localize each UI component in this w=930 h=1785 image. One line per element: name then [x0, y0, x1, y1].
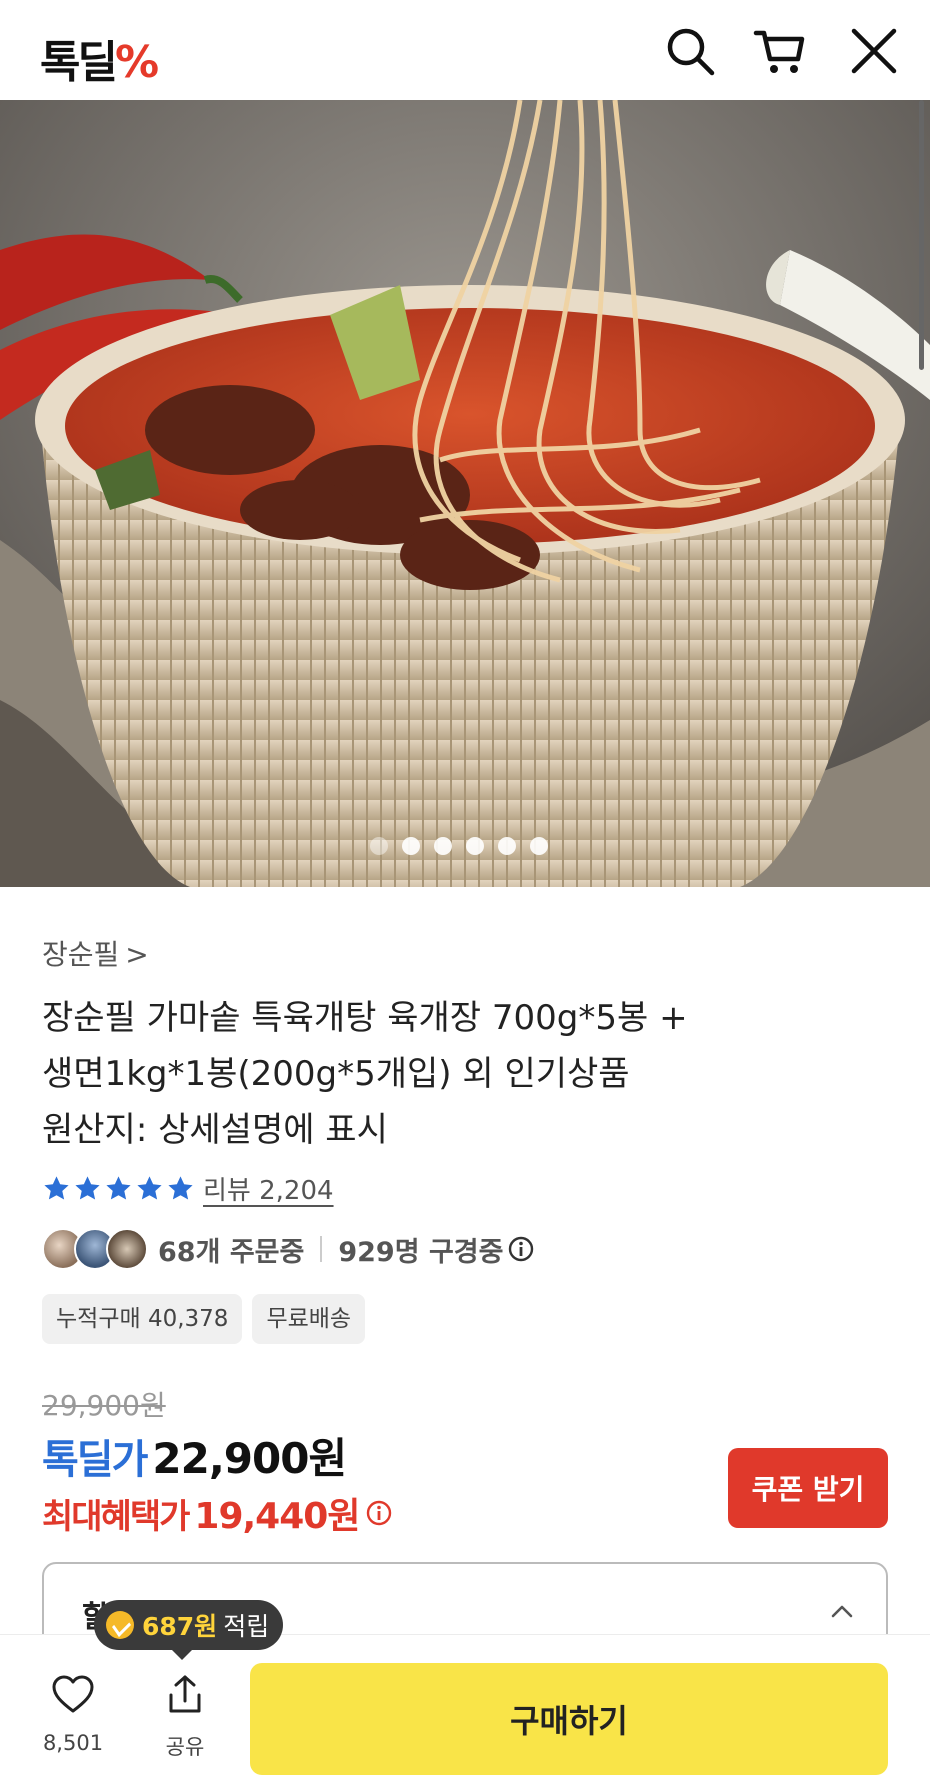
deal-price-row: 톡딜가 22,900원 — [42, 1425, 347, 1486]
heart-icon — [52, 1675, 94, 1713]
max-benefit-price: 19,440원 — [194, 1496, 360, 1537]
share-icon — [169, 1675, 201, 1713]
product-chips: 누적구매 40,378 무료배송 — [42, 1294, 366, 1344]
like-button[interactable]: 8,501 — [23, 1673, 123, 1755]
ordering-count: 68개 주문중 — [158, 1236, 305, 1268]
close-icon[interactable] — [846, 25, 902, 77]
max-benefit-label: 최대혜택가 — [42, 1496, 190, 1537]
review-link[interactable]: 리뷰 2,204 — [203, 1170, 334, 1207]
product-origin: 원산지: 상세설명에 표시 — [42, 1110, 388, 1150]
carousel-indicator — [370, 837, 548, 855]
original-price: 29,900원 — [42, 1389, 166, 1422]
product-image-carousel[interactable] — [0, 100, 930, 887]
max-benefit-row: 최대혜택가 19,440원 — [42, 1487, 393, 1539]
avatar — [106, 1228, 148, 1270]
free-shipping-chip: 무료배송 — [252, 1294, 366, 1344]
carousel-dot[interactable] — [402, 837, 420, 855]
points-label: 적립 — [223, 1612, 270, 1641]
info-icon[interactable] — [507, 1235, 535, 1263]
search-icon[interactable] — [662, 25, 718, 77]
get-coupon-button[interactable]: 쿠폰 받기 — [728, 1448, 888, 1528]
page-scrollbar[interactable] — [919, 100, 924, 370]
buy-button[interactable]: 구매하기 — [250, 1663, 888, 1775]
product-title: 장순필 가마솥 특육개탕 육개장 700g*5봉 + 생면1kg*1봉(200g… — [42, 990, 842, 1158]
share-button[interactable]: 공유 — [135, 1673, 235, 1761]
deal-price-label: 톡딜가 — [42, 1437, 148, 1483]
bottom-action-bar: 8,501 공유 구매하기 — [0, 1634, 930, 1785]
divider — [320, 1236, 323, 1262]
product-title-line: 생면1kg*1봉(200g*5개입) 외 인기상품 — [42, 1054, 630, 1094]
carousel-dot[interactable] — [498, 837, 516, 855]
rating-stars — [42, 1174, 195, 1203]
star-icon — [168, 1176, 193, 1200]
viewing-count: 929명 구경중 — [338, 1236, 504, 1268]
points-tooltip: 687원 적립 — [94, 1600, 284, 1660]
logo-mark: % — [114, 37, 159, 88]
cart-icon[interactable] — [752, 25, 808, 77]
deal-price: 22,900원 — [152, 1434, 347, 1483]
brand-name: 장순필 — [42, 938, 120, 971]
star-icon — [44, 1176, 69, 1200]
carousel-dot[interactable] — [530, 837, 548, 855]
chevron-up-icon — [831, 1605, 853, 1618]
brand-link[interactable]: 장순필 > — [42, 933, 149, 973]
points-amount: 687원 — [142, 1612, 218, 1641]
share-label: 공유 — [165, 1735, 205, 1759]
star-icon — [75, 1176, 100, 1200]
carousel-dot[interactable] — [434, 837, 452, 855]
info-icon[interactable] — [365, 1499, 393, 1527]
carousel-dot[interactable] — [370, 837, 388, 855]
buyer-avatars — [42, 1228, 148, 1270]
top-header: 톡딜% — [0, 0, 930, 100]
carousel-dot[interactable] — [466, 837, 484, 855]
product-photo — [0, 100, 930, 887]
chevron-right-icon: > — [125, 938, 149, 971]
coin-icon — [106, 1611, 134, 1639]
cumulative-purchase-chip: 누적구매 40,378 — [42, 1294, 243, 1344]
star-icon — [106, 1176, 131, 1200]
logo-text: 톡딜 — [40, 37, 118, 88]
product-title-line: 장순필 가마솥 특육개탕 육개장 700g*5봉 + — [42, 998, 688, 1038]
star-icon — [137, 1176, 162, 1200]
rating-row: 리뷰 2,204 — [42, 1170, 334, 1207]
social-proof-row: 68개 주문중 929명 구경중 — [42, 1228, 535, 1270]
logo[interactable]: 톡딜% — [40, 26, 159, 90]
like-count: 8,501 — [42, 1731, 104, 1755]
